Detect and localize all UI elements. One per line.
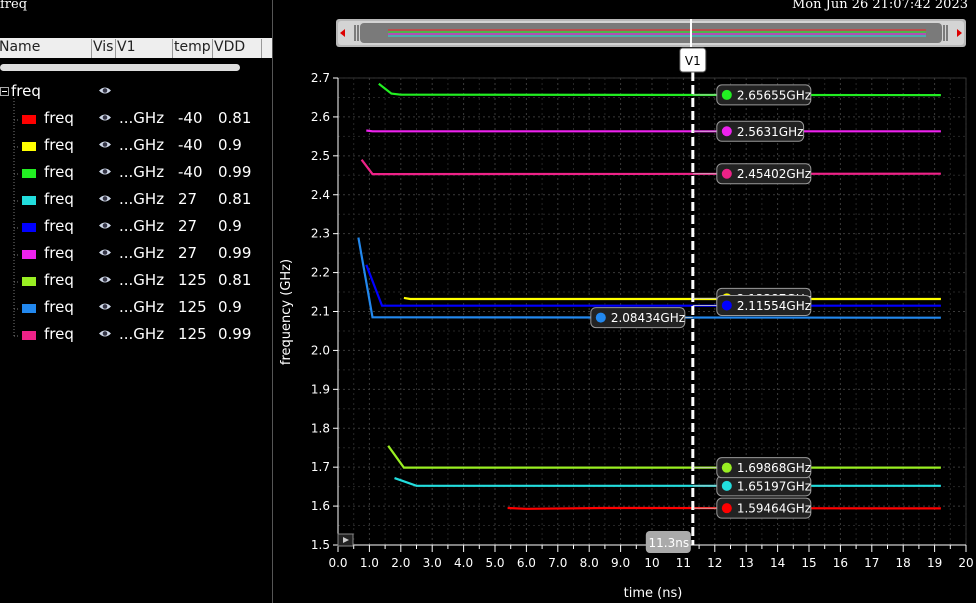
y-tick-label: 2.5 [311, 149, 330, 163]
y-tick-label: 1.8 [311, 421, 330, 435]
x-tick-label: 15 [801, 556, 816, 570]
marker-label[interactable]: 2.65655GHz [692, 84, 812, 106]
x-tick-label: 3.0 [423, 556, 442, 570]
marker-value: 2.5631GHz [737, 125, 804, 139]
play-button[interactable] [337, 533, 354, 547]
marker-dot [595, 312, 606, 323]
series-line[interactable] [366, 129, 941, 133]
marker-value: 1.59464GHz [737, 502, 811, 516]
x-tick-label: 5.0 [485, 556, 504, 570]
marker-dot [721, 480, 732, 491]
marker-value: 2.08434GHz [611, 311, 685, 325]
y-tick-label: 1.7 [311, 460, 330, 474]
y-tick-label: 2.2 [311, 266, 330, 280]
x-axis-label: time (ns) [624, 586, 683, 601]
series-line[interactable] [387, 445, 941, 469]
x-tick-label: 2.0 [391, 556, 410, 570]
marker-value: 2.11554GHz [737, 299, 811, 313]
y-tick-label: 1.6 [311, 499, 330, 513]
marker-label[interactable]: 2.08434GHz [590, 307, 693, 329]
x-tick-label: 9.0 [611, 556, 630, 570]
marker-dot [721, 168, 732, 179]
x-tick-label: 16 [833, 556, 848, 570]
y-tick-label: 2.4 [311, 188, 330, 202]
marker-label[interactable]: 1.65197GHz [692, 475, 812, 497]
waveform-plot[interactable]: 1.5 1.6 1.7 1.8 1.9 2.0 2.1 2.2 2.3 2.4 2.5 2.6 2.7 0… [0, 0, 976, 603]
y-tick-label: 2.3 [311, 227, 330, 241]
y-tick-label: 1.5 [311, 538, 330, 552]
y-tick-label: 1.9 [311, 382, 330, 396]
cursor-x-label: 11.3ns [649, 536, 690, 550]
series-line[interactable] [360, 159, 941, 176]
marker-dot [721, 126, 732, 137]
x-tick-label: 8.0 [580, 556, 599, 570]
x-tick-label: 20 [958, 556, 973, 570]
x-tick-label: 6.0 [517, 556, 536, 570]
y-axis-label: frequency (GHz) [279, 259, 294, 365]
x-tick-label: 19 [927, 556, 942, 570]
marker-value: 1.65197GHz [737, 479, 811, 493]
marker-dot [721, 89, 732, 100]
marker-value: 1.69868GHz [737, 461, 811, 475]
marker-dot [721, 300, 732, 311]
x-tick-label: 13 [739, 556, 754, 570]
cursor-name: V1 [685, 54, 701, 68]
marker-label[interactable]: 2.45402GHz [692, 163, 812, 185]
marker-label[interactable]: 1.69868GHz [692, 457, 812, 479]
x-tick-label: 4.0 [454, 556, 473, 570]
marker-value: 2.65655GHz [737, 88, 811, 102]
marker-value: 2.45402GHz [737, 167, 811, 181]
marker-dot [721, 503, 732, 514]
x-tick-label: 14 [770, 556, 785, 570]
marker-label[interactable]: 1.59464GHz [692, 497, 812, 519]
x-tick-label: 0.0 [328, 556, 347, 570]
x-tick-label: 7.0 [548, 556, 567, 570]
x-tick-label: 11 [676, 556, 691, 570]
x-tick-label: 18 [896, 556, 911, 570]
y-tick-label: 2.0 [311, 343, 330, 357]
marker-label[interactable]: 2.5631GHz [692, 120, 805, 142]
series-line[interactable] [403, 296, 941, 301]
y-tick-label: 2.1 [311, 305, 330, 319]
y-tick-label: 2.6 [311, 110, 330, 124]
x-tick-label: 12 [707, 556, 722, 570]
marker-dot [721, 462, 732, 473]
x-tick-label: 17 [864, 556, 879, 570]
x-tick-label: 1.0 [360, 556, 379, 570]
x-tick-label: 10 [644, 556, 659, 570]
y-tick-label: 2.7 [311, 71, 330, 85]
